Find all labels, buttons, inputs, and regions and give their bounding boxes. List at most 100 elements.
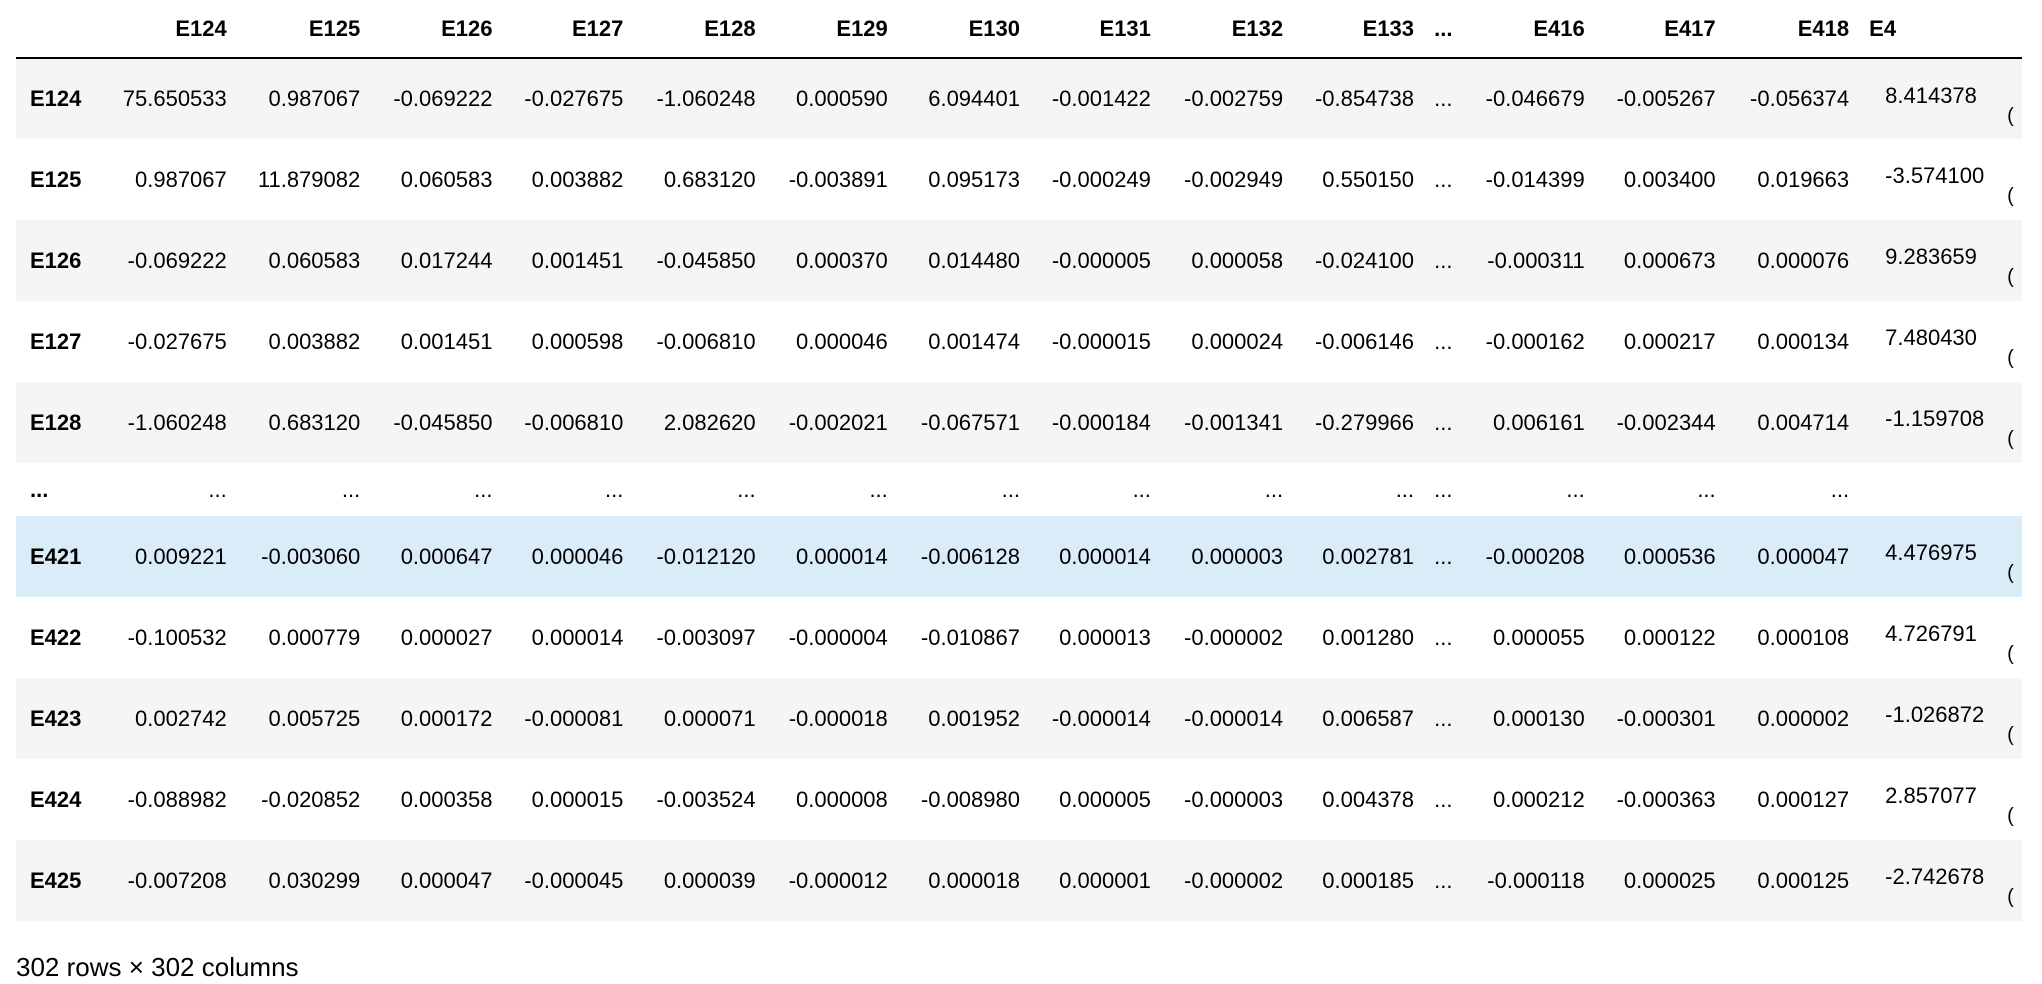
- table-cell: 0.004378: [1322, 786, 1415, 812]
- dataframe-output: E124 E125 E126 E127 E128 E129 E130 E131 E132 E133…: [16, 0, 2022, 922]
- table-row: E127 -0.027675 0.003882 0.001451 0.000598 -0.…: [16, 301, 2022, 382]
- table-cell: 0.017244: [400, 247, 493, 273]
- table-cell: 0.000047: [400, 867, 493, 893]
- table-cell: -0.067571: [920, 409, 1020, 435]
- column-header: E133: [1293, 0, 1425, 59]
- column-header: E127: [502, 0, 634, 59]
- table-cell-truncated: -1.026872 (: [1859, 678, 2022, 759]
- index-header: [16, 0, 106, 59]
- column-header: E418: [1725, 0, 1860, 59]
- table-cell: -0.000015: [1051, 328, 1151, 354]
- table-cell: 0.000013: [1059, 624, 1151, 650]
- table-cell: -0.854738: [1314, 86, 1415, 111]
- row-index-label: E126: [30, 247, 82, 273]
- table-cell: -0.069222: [393, 86, 493, 111]
- column-header-ellipsis: ...: [1424, 0, 1463, 59]
- table-cell: 0.003882: [531, 166, 624, 192]
- table-cell: -0.002949: [1184, 166, 1284, 192]
- table-cell: -0.024100: [1314, 247, 1415, 273]
- table-cell: -0.007208: [127, 867, 227, 893]
- table-cell: ...: [1264, 476, 1284, 502]
- table-cell: 0.000130: [1492, 705, 1585, 731]
- row-index-label: E422: [30, 624, 82, 650]
- cell-value: -1.026872: [1885, 702, 1985, 727]
- table-cell-truncated: 4.476975 (: [1859, 516, 2022, 597]
- table-cell-truncated: -1.159708 (: [1859, 382, 2022, 463]
- table-cell: 0.000108: [1757, 624, 1850, 650]
- column-header: E416: [1462, 0, 1595, 59]
- table-cell: -0.005267: [1616, 86, 1716, 111]
- table-cell: 0.002781: [1322, 543, 1415, 569]
- cell-overflow-fragment: (: [2007, 266, 2014, 288]
- table-header: E124 E125 E126 E127 E128 E129 E130 E131 E132 E133…: [16, 0, 2022, 59]
- table-cell: ...: [605, 476, 624, 502]
- table-cell-truncated: 7.480430 (: [1859, 301, 2022, 382]
- table-cell: 0.000039: [663, 867, 756, 893]
- table-cell: 6.094401: [928, 86, 1020, 111]
- table-cell: ...: [1434, 476, 1453, 502]
- table-cell: -0.045850: [656, 247, 756, 273]
- table-cell: -0.046679: [1485, 86, 1585, 111]
- table-cell: 0.001451: [531, 247, 624, 273]
- table-cell: 0.000024: [1191, 328, 1284, 354]
- table-cell: 0.001952: [928, 705, 1020, 731]
- table-cell: -0.003097: [656, 624, 756, 650]
- row-index-label: E423: [30, 705, 82, 731]
- table-cell: -0.002021: [788, 409, 888, 435]
- table-cell: 0.000185: [1322, 867, 1415, 893]
- table-cell: ...: [1434, 705, 1453, 731]
- table-cell: ...: [1434, 166, 1453, 192]
- table-cell: -0.000081: [524, 705, 624, 731]
- table-cell-truncated: 9.283659 (: [1859, 220, 2022, 301]
- table-cell: -0.000118: [1487, 867, 1585, 893]
- cell-value: -3.574100: [1885, 163, 1985, 188]
- table-cell: 0.987067: [135, 166, 227, 192]
- cell-overflow-fragment: (: [2007, 643, 2014, 665]
- table-cell: ...: [1395, 476, 1415, 502]
- table-row: E425 -0.007208 0.030299 0.000047 -0.000045 0.…: [16, 840, 2022, 921]
- dataframe-table: E124 E125 E126 E127 E128 E129 E130 E131 E132 E133…: [16, 0, 2022, 921]
- table-cell: 0.000122: [1623, 624, 1716, 650]
- table-cell: 0.000047: [1757, 543, 1850, 569]
- table-cell: 0.060583: [400, 166, 493, 192]
- table-cell: -0.056374: [1750, 86, 1850, 111]
- table-cell: -0.006128: [920, 543, 1020, 569]
- table-cell: ...: [1434, 867, 1453, 893]
- table-cell: 0.001474: [928, 328, 1020, 354]
- table-cell: -0.000184: [1051, 409, 1151, 435]
- table-cell: 0.683120: [268, 409, 361, 435]
- column-header: E132: [1160, 0, 1294, 59]
- row-index-label: E124: [30, 86, 82, 111]
- table-cell: 0.001280: [1322, 624, 1415, 650]
- table-cell: -0.000018: [788, 705, 888, 731]
- table-cell: 0.000076: [1757, 247, 1850, 273]
- table-cell: 75.650533: [122, 86, 227, 111]
- table-cell: 0.000003: [1191, 543, 1284, 569]
- table-row: E422 -0.100532 0.000779 0.000027 0.000014 -0.…: [16, 597, 2022, 678]
- table-cell: 0.060583: [268, 247, 361, 273]
- table-cell: 0.000127: [1757, 786, 1850, 812]
- table-cell: -0.008980: [920, 786, 1020, 812]
- row-index-label: E424: [30, 786, 82, 812]
- table-cell: -0.279966: [1314, 409, 1415, 435]
- table-cell: 0.683120: [663, 166, 756, 192]
- table-cell: ...: [1434, 786, 1453, 812]
- table-cell: 0.000172: [400, 705, 493, 731]
- table-row: E126 -0.069222 0.060583 0.017244 0.001451 -0.…: [16, 220, 2022, 301]
- table-cell: ...: [1434, 543, 1453, 569]
- table-cell: ...: [1830, 476, 1850, 502]
- table-cell: -0.000363: [1616, 786, 1716, 812]
- table-cell: 0.004714: [1757, 409, 1850, 435]
- column-header: E125: [236, 0, 371, 59]
- table-cell: ...: [869, 476, 888, 502]
- table-cell: 0.000046: [796, 328, 888, 354]
- table-cell: ...: [208, 476, 227, 502]
- cell-value: 9.283659: [1885, 244, 1977, 269]
- table-cell: 0.000673: [1623, 247, 1716, 273]
- cell-value: 8.414378: [1885, 83, 1977, 108]
- table-row: E423 0.002742 0.005725 0.000172 -0.000081 0.0…: [16, 678, 2022, 759]
- table-cell: 0.006587: [1322, 705, 1415, 731]
- table-cell: -0.014399: [1485, 166, 1585, 192]
- table-cell: -1.060248: [127, 409, 227, 435]
- cell-overflow-fragment: (: [2007, 562, 2014, 584]
